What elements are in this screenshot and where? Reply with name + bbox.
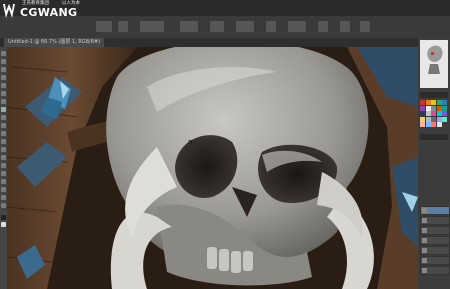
cgwang-logo-mark-icon (3, 4, 15, 18)
color-swatch[interactable] (436, 116, 442, 122)
layer-thumbnail (422, 218, 427, 223)
cgwang-logo: 王氏教育集团 以人为本 CGWANG (0, 0, 95, 23)
navigator-preview[interactable] (420, 40, 448, 88)
layer-thumbnail (422, 228, 427, 233)
quick-select-tool-icon[interactable] (1, 75, 6, 80)
color-swatch[interactable] (420, 111, 425, 117)
layer-row[interactable] (420, 256, 450, 265)
color-swatch[interactable] (425, 116, 431, 122)
layer-row[interactable] (420, 236, 450, 245)
clone-stamp-tool-icon[interactable] (1, 115, 6, 120)
type-tool-icon[interactable] (1, 171, 6, 176)
color-swatch[interactable] (425, 111, 431, 117)
blur-tool-icon[interactable] (1, 147, 6, 152)
document-canvas[interactable]: n (7, 47, 418, 289)
photoshop-window: 王氏教育集团 以人为本 CGWANG Untitled-1 @ 66.7% (图… (0, 0, 450, 289)
lasso-tool-icon[interactable] (1, 67, 6, 72)
smoothing-settings-icon[interactable] (318, 21, 328, 32)
swatches-panel (420, 100, 448, 128)
color-swatch[interactable] (420, 105, 425, 111)
healing-brush-tool-icon[interactable] (1, 99, 6, 104)
layer-thumbnail (422, 258, 427, 263)
color-swatch[interactable] (436, 105, 442, 111)
eyedropper-tool-icon[interactable] (1, 91, 6, 96)
color-swatch[interactable] (442, 100, 448, 105)
color-swatch[interactable] (420, 122, 425, 128)
flow-field[interactable] (236, 21, 254, 32)
color-swatch[interactable] (442, 105, 448, 111)
crop-tool-icon[interactable] (1, 83, 6, 88)
marquee-tool-icon[interactable] (1, 59, 6, 64)
panel-header (420, 92, 448, 98)
color-swatch[interactable] (436, 111, 442, 117)
layer-thumbnail (422, 238, 427, 243)
move-tool-icon[interactable] (1, 51, 6, 56)
airbrush-toggle[interactable] (266, 21, 276, 32)
document-tab-bar: Untitled-1 @ 66.7% (图层 1, RGB/8#) (0, 38, 418, 47)
layer-thumbnail (422, 208, 427, 213)
layer-row[interactable] (420, 216, 450, 225)
layer-row[interactable] (420, 246, 450, 255)
color-swatch[interactable] (425, 122, 431, 128)
shape-tool-icon[interactable] (1, 187, 6, 192)
color-swatch[interactable] (431, 122, 437, 128)
path-select-tool-icon[interactable] (1, 179, 6, 184)
tools-panel (0, 47, 7, 289)
navigator-thumbnail-icon (427, 45, 443, 74)
color-swatch[interactable] (420, 100, 425, 105)
color-swatch[interactable] (425, 105, 431, 111)
pen-tool-icon[interactable] (1, 163, 6, 168)
color-swatch[interactable] (436, 122, 442, 128)
opacity-field[interactable] (180, 21, 198, 32)
right-panels (418, 38, 450, 289)
brush-preset-picker[interactable] (96, 21, 112, 32)
color-swatch[interactable] (431, 111, 437, 117)
hand-tool-icon[interactable] (1, 195, 6, 200)
pressure-opacity-toggle[interactable] (210, 21, 224, 32)
color-swatch[interactable] (436, 100, 442, 105)
pressure-size-toggle[interactable] (340, 21, 350, 32)
document-tab[interactable]: Untitled-1 @ 66.7% (图层 1, RGB/8#) (4, 38, 105, 47)
brush-panel-toggle[interactable] (118, 21, 128, 32)
svg-text:n: n (188, 138, 192, 146)
layers-panel-header (420, 134, 448, 140)
color-swatch[interactable] (442, 116, 448, 122)
painting-skull-artwork: n (7, 47, 418, 289)
color-swatch[interactable] (431, 116, 437, 122)
dodge-tool-icon[interactable] (1, 155, 6, 160)
foreground-color-swatch[interactable] (1, 215, 6, 220)
zoom-tool-icon[interactable] (1, 203, 6, 208)
smoothing-field[interactable] (288, 21, 306, 32)
eraser-tool-icon[interactable] (1, 131, 6, 136)
color-swatch[interactable] (420, 116, 425, 122)
logo-brand-name: CGWANG (20, 6, 78, 19)
color-swatch[interactable] (431, 105, 437, 111)
gradient-tool-icon[interactable] (1, 139, 6, 144)
layer-row[interactable] (420, 266, 450, 275)
color-swatch[interactable] (431, 100, 437, 105)
color-swatch[interactable] (442, 111, 448, 117)
brush-tool-icon[interactable] (1, 107, 6, 112)
layer-row[interactable] (420, 206, 450, 215)
symmetry-icon[interactable] (360, 21, 370, 32)
history-brush-tool-icon[interactable] (1, 123, 6, 128)
mode-dropdown[interactable] (140, 21, 164, 32)
background-color-swatch[interactable] (1, 222, 6, 227)
layer-row[interactable] (420, 226, 450, 235)
color-swatch[interactable] (425, 100, 431, 105)
layer-thumbnail (422, 268, 427, 273)
layer-thumbnail (422, 248, 427, 253)
